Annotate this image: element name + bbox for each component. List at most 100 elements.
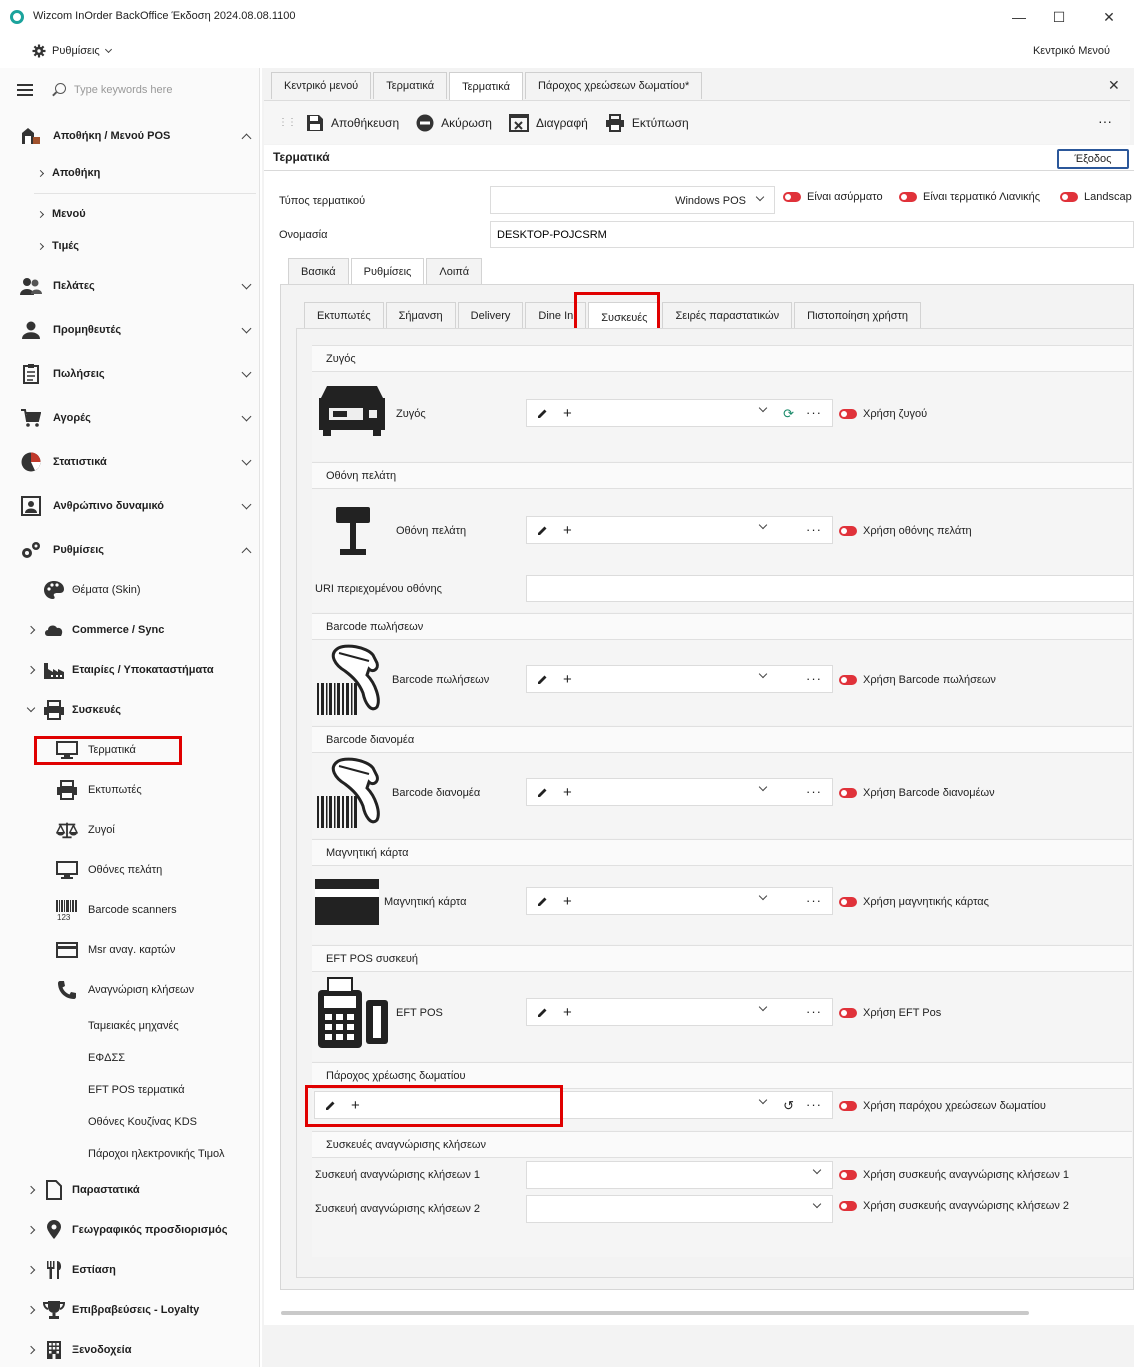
sidebar-item-settings[interactable]: Ρυθμίσεις [20,535,252,565]
add-icon[interactable]: + [563,784,572,801]
tab-marking[interactable]: Σήμανση [385,302,456,328]
sidebar-search-input[interactable] [72,80,242,100]
toggle-switch[interactable] [899,192,917,202]
sidebar-item-customers[interactable]: Πελάτες [20,271,252,301]
tab-other[interactable]: Λοιπά [426,258,483,284]
chevron-down-icon[interactable] [758,403,768,413]
tab-terminals[interactable]: Τερματικά [373,72,448,99]
close-window-button[interactable]: ✕ [1086,4,1132,30]
wireless-toggle[interactable]: Είναι ασύρματο [783,191,883,203]
sidebar-item-eft-terminals[interactable]: EFT POS τερματικά [88,1084,185,1096]
toggle-switch[interactable] [839,788,857,798]
name-input[interactable] [490,221,1134,248]
more-options-button[interactable]: ··· [1098,113,1112,129]
sidebar-item-warehouse-menu[interactable]: Αποθήκη / Μενού POS [20,121,252,151]
sidebar-item-terminals[interactable]: Τερματικά [56,737,136,763]
sidebar-item-purchases[interactable]: Αγορές [20,403,252,433]
use-caller-id-1-toggle[interactable]: Χρήση συσκευής αναγνώρισης κλήσεων 1 [839,1169,1069,1181]
sidebar-item-documents[interactable]: Παραστατικά [24,1177,140,1203]
toggle-switch[interactable] [839,409,857,419]
chevron-down-icon[interactable] [241,411,252,421]
add-icon[interactable]: + [563,522,572,539]
use-barcode-distributor-toggle[interactable]: Χρήση Barcode διανομέων [839,787,995,799]
sidebar-item-kds[interactable]: Οθόνες Κουζίνας KDS [88,1116,197,1128]
use-scale-toggle[interactable]: Χρήση ζυγού [839,408,927,420]
sidebar-item-scales[interactable]: Ζυγοί [56,817,115,843]
terminal-type-select[interactable]: Windows POS [490,186,775,214]
save-button[interactable]: Αποθήκευση [306,114,399,132]
chevron-up-icon[interactable] [241,547,252,557]
edit-icon[interactable] [537,787,551,798]
tab-basic[interactable]: Βασικά [288,258,349,284]
sidebar-item-msr[interactable]: Msr αναγ. καρτών [56,937,175,963]
chevron-down-icon[interactable] [758,1002,768,1012]
add-icon[interactable]: + [563,405,572,422]
sidebar-item-caller-id[interactable]: Αναγνώριση κλήσεων [56,977,194,1003]
edit-icon[interactable] [537,1007,551,1018]
tab-printers[interactable]: Εκτυπωτές [304,302,384,328]
main-menu-link[interactable]: Κεντρικό Μενού [1033,45,1110,57]
add-icon[interactable]: + [563,1004,572,1021]
toggle-switch[interactable] [1060,192,1078,202]
hamburger-menu-icon[interactable] [17,84,33,96]
toggle-switch[interactable] [839,1170,857,1180]
add-icon[interactable]: + [563,893,572,910]
use-room-charge-toggle[interactable]: Χρήση παρόχου χρεώσεων δωματίου [839,1100,1046,1112]
maximize-button[interactable]: ☐ [1036,4,1082,30]
more-icon[interactable]: ··· [806,522,822,537]
refresh-icon[interactable]: ⟳ [783,406,794,422]
sidebar-item-devices[interactable]: Συσκευές [24,697,121,723]
chevron-down-icon[interactable] [758,669,768,679]
chevron-down-icon[interactable] [241,455,252,465]
more-icon[interactable]: ··· [806,1097,822,1112]
sidebar-item-cash-registers[interactable]: Ταμειακές μηχανές [88,1020,179,1032]
tab-settings[interactable]: Ρυθμίσεις [350,258,425,284]
sidebar-item-hotels[interactable]: Ξενοδοχεία [24,1337,132,1363]
print-button[interactable]: Εκτύπωση [605,113,689,132]
chevron-down-icon[interactable] [758,891,768,901]
more-icon[interactable]: ··· [806,893,822,908]
horizontal-scrollbar[interactable] [281,1311,1029,1315]
undo-icon[interactable]: ↺ [783,1098,794,1114]
sidebar-item-barcode-scanners[interactable]: 123 Barcode scanners [56,897,177,923]
edit-icon[interactable] [537,525,551,536]
tab-main-menu[interactable]: Κεντρικό μενού [271,72,372,99]
use-magnetic-card-toggle[interactable]: Χρήση μαγνητικής κάρτας [839,896,989,908]
eft-pos-select[interactable]: + ··· [526,998,833,1026]
tab-document-series[interactable]: Σειρές παραστατικών [662,302,793,328]
exit-button[interactable]: Έξοδος [1057,149,1129,169]
retail-toggle[interactable]: Είναι τερματικό Λιανικής [899,191,1040,203]
toggle-switch[interactable] [839,1101,857,1111]
chevron-up-icon[interactable] [241,133,252,143]
caller-id-2-select[interactable] [526,1195,833,1223]
add-icon[interactable]: + [563,671,572,688]
use-customer-display-toggle[interactable]: Χρήση οθόνης πελάτη [839,525,972,537]
display-uri-input[interactable] [526,575,1134,602]
sidebar-item-commerce-sync[interactable]: Commerce / Sync [24,617,164,643]
chevron-down-icon[interactable] [241,367,252,377]
sidebar-item-suppliers[interactable]: Προμηθευτές [20,315,252,345]
toggle-switch[interactable] [839,1201,857,1211]
sidebar-item-companies[interactable]: Εταιρίες / Υποκαταστήματα [24,657,214,683]
sidebar-item-customer-displays[interactable]: Οθόνες πελάτη [56,857,162,883]
sidebar-item-prices[interactable]: Τιμές [36,235,79,257]
sidebar-item-printers[interactable]: Εκτυπωτές [56,777,142,803]
toggle-switch[interactable] [839,897,857,907]
tab-room-charge-provider[interactable]: Πάροχος χρεώσεων δωματίου* [524,72,703,99]
edit-icon[interactable] [537,408,551,419]
toggle-switch[interactable] [839,675,857,685]
toggle-switch[interactable] [783,192,801,202]
barcode-distributor-select[interactable]: + ··· [526,778,833,806]
magnetic-card-select[interactable]: + ··· [526,887,833,915]
sidebar-item-dining[interactable]: Εστίαση [24,1257,116,1283]
sidebar-item-skins[interactable]: Θέματα (Skin) [24,577,141,603]
chevron-down-icon[interactable] [241,323,252,333]
sidebar-item-sales[interactable]: Πωλήσεις [20,359,252,389]
sidebar-item-warehouse[interactable]: Αποθήκη [36,162,100,184]
drag-handle-icon[interactable]: ⋮⋮ [278,117,297,128]
use-barcode-sales-toggle[interactable]: Χρήση Barcode πωλήσεων [839,674,996,686]
chevron-down-icon[interactable] [241,279,252,289]
chevron-down-icon[interactable] [758,782,768,792]
more-icon[interactable]: ··· [806,671,822,686]
sidebar-item-hr[interactable]: Ανθρώπινο δυναμικό [20,491,252,521]
